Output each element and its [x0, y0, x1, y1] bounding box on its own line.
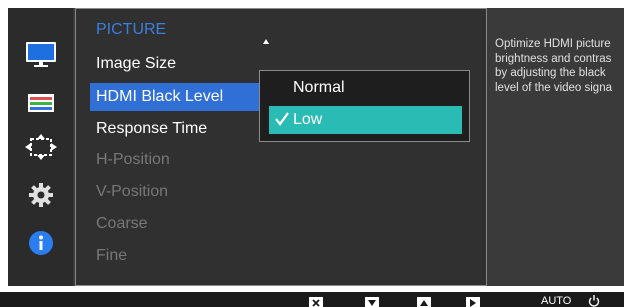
color-settings-icon[interactable]: [24, 88, 58, 118]
power-icon: [588, 294, 600, 307]
down-button[interactable]: [365, 297, 379, 307]
close-button[interactable]: [309, 297, 323, 307]
power-button[interactable]: [588, 294, 600, 307]
picture-menu-panel: PICTURE Image Size HDMI Black Level Resp…: [75, 8, 487, 286]
gear-icon[interactable]: [24, 180, 58, 210]
menu-item-v-position: V-Position: [96, 183, 169, 200]
category-rail: [8, 8, 73, 286]
description-panel: Optimize HDMI picture brightness and con…: [489, 8, 624, 286]
option-normal-label: Normal: [293, 79, 345, 96]
enter-button[interactable]: [466, 297, 480, 307]
menu-item-h-position: H-Position: [96, 151, 170, 168]
menu-item-image-size[interactable]: Image Size: [96, 55, 176, 73]
menu-item-hdmi-black-level[interactable]: HDMI Black Level: [90, 83, 262, 111]
close-icon: [309, 297, 323, 307]
down-arrow-icon: [365, 297, 379, 307]
checkmark-icon: [274, 107, 290, 141]
option-normal[interactable]: Normal: [269, 74, 462, 102]
enter-arrow-icon: [466, 297, 480, 307]
up-button[interactable]: [417, 297, 431, 307]
up-arrow-icon: [417, 297, 431, 307]
description-text: Optimize HDMI picture brightness and con…: [495, 38, 612, 94]
size-position-icon[interactable]: [24, 132, 58, 162]
hdmi-black-level-submenu: Normal Low: [259, 70, 470, 142]
button-guide-bar: AUTO: [0, 292, 624, 307]
info-icon[interactable]: [24, 228, 58, 258]
menu-item-fine: Fine: [96, 247, 128, 264]
menu-title: PICTURE: [96, 21, 167, 38]
monitor-icon[interactable]: [24, 40, 58, 70]
menu-item-coarse: Coarse: [96, 215, 148, 232]
option-low-label: Low: [293, 111, 323, 128]
menu-item-response-time[interactable]: Response Time: [96, 120, 207, 138]
scroll-up-icon: [263, 39, 269, 44]
option-low[interactable]: Low: [269, 106, 462, 134]
auto-button[interactable]: AUTO: [541, 295, 571, 307]
